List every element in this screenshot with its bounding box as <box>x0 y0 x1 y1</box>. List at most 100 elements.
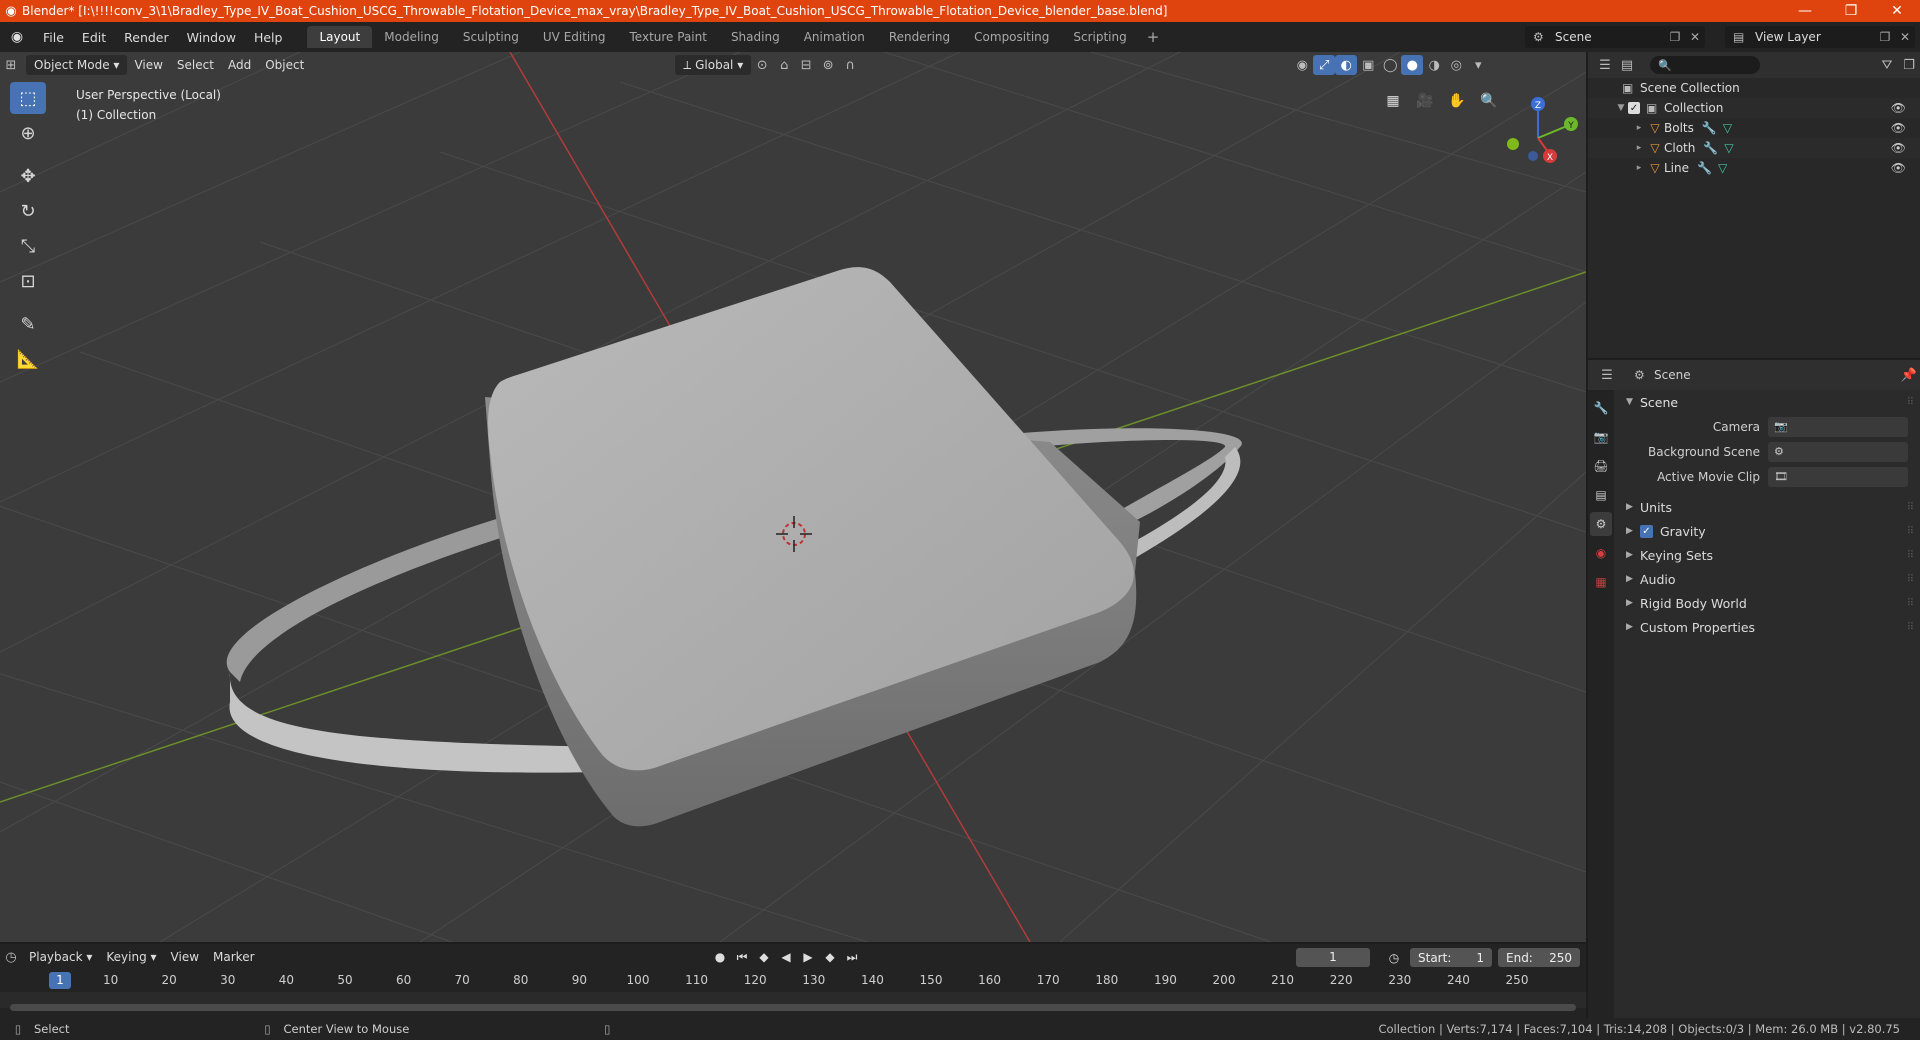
outliner-object-line[interactable]: ▸ ▽ Line 🔧 ▽ 👁 <box>1588 158 1920 178</box>
tab-layout[interactable]: Layout <box>307 26 373 48</box>
timeline-view-menu[interactable]: View <box>164 950 206 964</box>
outliner-object-cloth[interactable]: ▸ ▽ Cloth 🔧 ▽ 👁 <box>1588 138 1920 158</box>
mesh-data-icon[interactable]: ▽ <box>1723 121 1732 135</box>
collection-expand-icon[interactable]: ▼ <box>1614 103 1628 113</box>
tab-sculpting[interactable]: Sculpting <box>451 26 531 48</box>
world-tab-icon[interactable]: ◉ <box>1590 541 1612 565</box>
menu-render[interactable]: Render <box>115 30 178 45</box>
tab-rendering[interactable]: Rendering <box>877 26 962 48</box>
new-collection-icon[interactable]: ❐ <box>1898 55 1920 75</box>
timeline-editor-type-icon[interactable]: ◷ <box>0 947 22 967</box>
jump-end-icon[interactable]: ⏭ <box>842 947 862 967</box>
gravity-checkbox[interactable]: ✓ <box>1640 524 1653 538</box>
collection-exclude-checkbox[interactable]: ✓ <box>1628 102 1640 114</box>
3d-viewport[interactable]: ⊞ Object Mode ▾ View Select Add Object ⟂… <box>0 52 1586 942</box>
timeline-scrollbar[interactable] <box>10 1004 1576 1011</box>
menu-add[interactable]: Add <box>221 58 258 72</box>
tab-modeling[interactable]: Modeling <box>372 26 451 48</box>
mesh-data-icon[interactable]: ▽ <box>1724 141 1733 155</box>
preview-range-icon[interactable]: ◷ <box>1384 948 1404 968</box>
snap-icon[interactable]: ⌂ <box>773 55 795 75</box>
falloff-icon[interactable]: ∩ <box>839 55 861 75</box>
play-icon[interactable]: ▶ <box>798 947 818 967</box>
add-workspace-button[interactable]: + <box>1139 26 1168 48</box>
snap-target-icon[interactable]: ⊟ <box>795 55 817 75</box>
drag-handle-icon[interactable]: ⠿ <box>1907 397 1914 408</box>
background-scene-input[interactable]: ⚙ <box>1768 441 1908 462</box>
display-mode-icon[interactable]: ▤ <box>1616 55 1638 75</box>
gizmo-toggle-icon[interactable]: ⤢ <box>1313 55 1336 75</box>
properties-editor-type-icon[interactable]: ☰ <box>1596 365 1618 385</box>
menu-window[interactable]: Window <box>178 30 245 45</box>
tool-tab-icon[interactable]: 🔧 <box>1590 396 1612 420</box>
select-box-tool-icon[interactable]: ⬚ <box>10 82 46 114</box>
navigation-gizmo[interactable]: Z Y X <box>1488 86 1586 186</box>
transform-orientation[interactable]: ⟂ Global ▾ <box>675 55 752 75</box>
output-tab-icon[interactable]: 🖨 <box>1590 454 1612 478</box>
move-tool-icon[interactable]: ✥ <box>10 160 46 192</box>
tab-uv-editing[interactable]: UV Editing <box>531 26 618 48</box>
measure-tool-icon[interactable]: 📐 <box>10 343 46 375</box>
drag-handle-icon[interactable]: ⠿ <box>1907 574 1914 585</box>
pan-view-icon[interactable]: ✋ <box>1444 88 1470 114</box>
playhead[interactable]: 1 <box>49 972 71 989</box>
close-button[interactable]: ✕ <box>1874 3 1920 19</box>
bolts-visibility-icon[interactable]: 👁 <box>1891 121 1906 135</box>
outliner-object-bolts[interactable]: ▸ ▽ Bolts 🔧 ▽ 👁 <box>1588 118 1920 138</box>
mode-selector[interactable]: Object Mode ▾ <box>26 55 128 75</box>
cloth-expand-icon[interactable]: ▸ <box>1632 143 1646 153</box>
menu-edit[interactable]: Edit <box>73 30 115 45</box>
custom-properties-panel[interactable]: ▶ Custom Properties ⠿ <box>1618 615 1920 639</box>
tab-animation[interactable]: Animation <box>792 26 877 48</box>
modifier-icon[interactable]: 🔧 <box>1702 121 1717 135</box>
jump-start-icon[interactable]: ⏮ <box>732 947 752 967</box>
maximize-button[interactable]: ❐ <box>1828 3 1874 19</box>
modifier-icon[interactable]: 🔧 <box>1697 161 1712 175</box>
view-layer-selector[interactable]: ▤ View Layer ❐ ✕ <box>1725 26 1915 48</box>
camera-view-icon[interactable]: 🎥 <box>1412 88 1438 114</box>
audio-panel[interactable]: ▶ Audio ⠿ <box>1618 567 1920 591</box>
camera-input[interactable]: 📷 <box>1768 416 1908 437</box>
xray-icon[interactable]: ▣ <box>1357 55 1379 75</box>
scene-selector[interactable]: ⚙ Scene ❐ ✕ <box>1525 26 1705 48</box>
line-visibility-icon[interactable]: 👁 <box>1891 161 1906 175</box>
outliner-editor-type-icon[interactable]: ☰ <box>1594 55 1616 75</box>
units-panel[interactable]: ▶ Units ⠿ <box>1618 495 1920 519</box>
toggle-grid-icon[interactable]: ▦ <box>1380 88 1406 114</box>
drag-handle-icon[interactable]: ⠿ <box>1907 598 1914 609</box>
rotate-tool-icon[interactable]: ↻ <box>10 195 46 227</box>
end-frame-field[interactable]: End: 250 <box>1498 948 1580 967</box>
material-shading-icon[interactable]: ◑ <box>1423 55 1445 75</box>
editor-type-icon[interactable]: ⊞ <box>0 55 22 75</box>
modifier-icon[interactable]: 🔧 <box>1703 141 1718 155</box>
gizmo-neg-y-icon[interactable] <box>1507 138 1519 150</box>
blender-menu-icon[interactable]: ◉ <box>0 29 34 45</box>
menu-view[interactable]: View <box>127 58 169 72</box>
current-frame-field[interactable]: 1 <box>1296 948 1370 967</box>
line-expand-icon[interactable]: ▸ <box>1632 163 1646 173</box>
menu-select[interactable]: Select <box>170 58 221 72</box>
playback-menu[interactable]: Playback ▾ <box>22 950 99 964</box>
transform-tool-icon[interactable]: ⊡ <box>10 265 46 297</box>
new-view-layer-icon[interactable]: ❐ <box>1875 30 1895 44</box>
gravity-panel[interactable]: ▶ ✓ Gravity ⠿ <box>1618 519 1920 543</box>
pivot-icon[interactable]: ⊙ <box>751 55 773 75</box>
tab-texture-paint[interactable]: Texture Paint <box>618 26 719 48</box>
annotate-tool-icon[interactable]: ✎ <box>10 308 46 340</box>
wireframe-shading-icon[interactable]: ◯ <box>1379 55 1401 75</box>
collection-visibility-icon[interactable]: 👁 <box>1891 101 1906 115</box>
remove-view-layer-icon[interactable]: ✕ <box>1895 30 1915 44</box>
view-layer-tab-icon[interactable]: ▤ <box>1590 483 1612 507</box>
drag-handle-icon[interactable]: ⠿ <box>1907 502 1914 513</box>
solid-shading-icon[interactable]: ● <box>1401 55 1424 75</box>
texture-tab-icon[interactable]: ▦ <box>1590 570 1612 594</box>
tab-shading[interactable]: Shading <box>719 26 792 48</box>
filter-icon[interactable]: ⛛ <box>1876 55 1898 75</box>
rendered-shading-icon[interactable]: ◎ <box>1445 55 1467 75</box>
menu-file[interactable]: File <box>34 30 73 45</box>
tab-compositing[interactable]: Compositing <box>962 26 1061 48</box>
mesh-data-icon[interactable]: ▽ <box>1718 161 1727 175</box>
proportional-edit-icon[interactable]: ⊚ <box>817 55 839 75</box>
cloth-visibility-icon[interactable]: 👁 <box>1891 141 1906 155</box>
new-scene-icon[interactable]: ❐ <box>1665 30 1685 44</box>
